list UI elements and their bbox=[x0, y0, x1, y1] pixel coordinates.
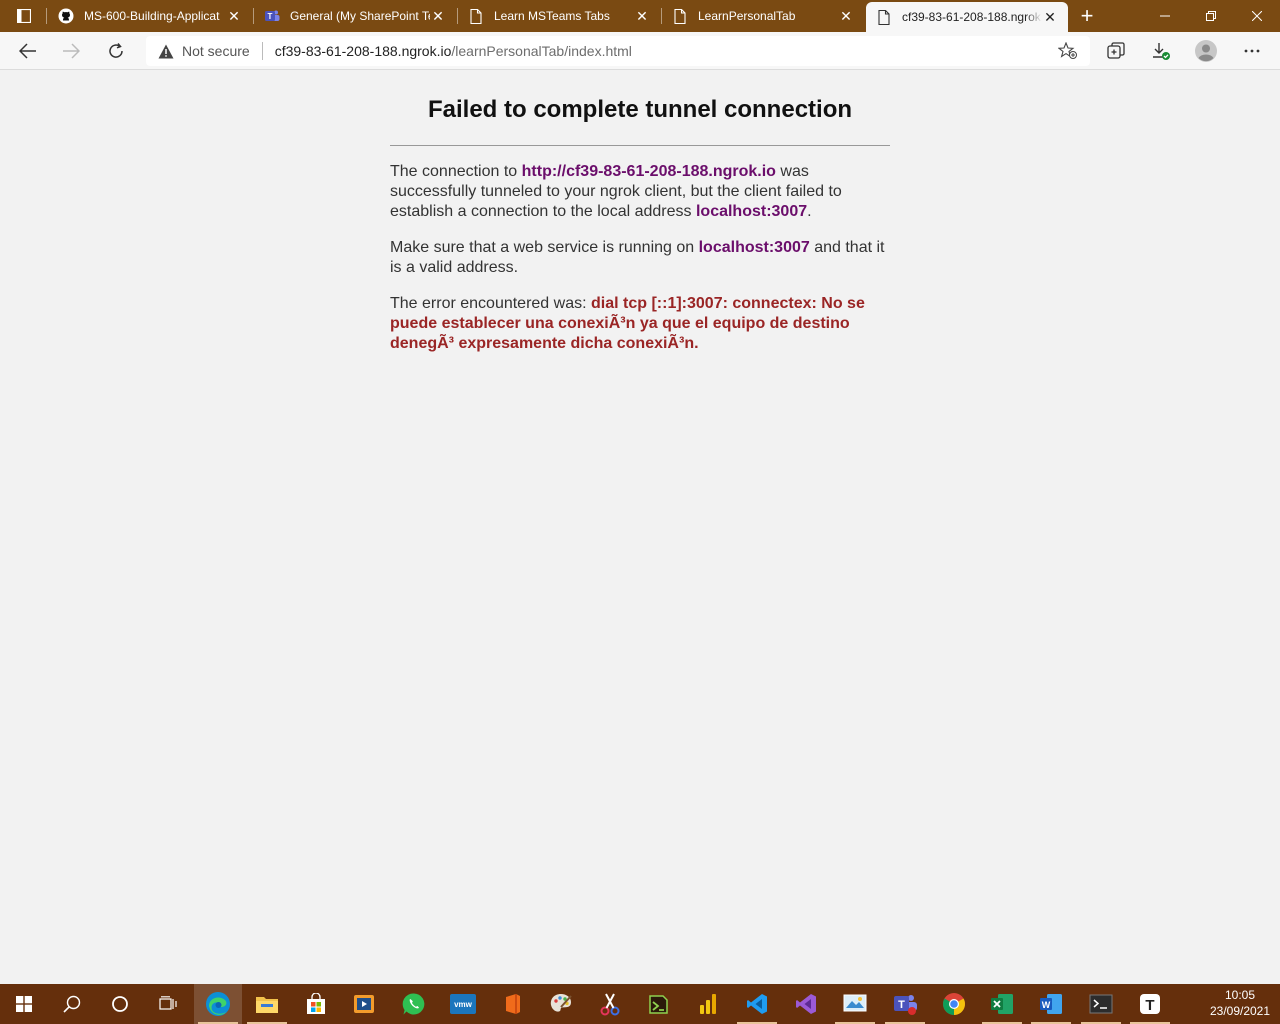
downloads-icon[interactable] bbox=[1146, 36, 1176, 66]
back-button[interactable] bbox=[13, 36, 43, 66]
settings-more-icon[interactable] bbox=[1237, 36, 1267, 66]
task-view-icon[interactable] bbox=[144, 984, 192, 1024]
text: The connection to bbox=[390, 163, 522, 180]
media-player-icon[interactable] bbox=[340, 984, 388, 1024]
error-paragraph-hint: Make sure that a web service is running … bbox=[390, 238, 890, 278]
local-address: localhost:3007 bbox=[695, 203, 808, 220]
page-content: Failed to complete tunnel connection The… bbox=[0, 71, 1280, 984]
svg-text:W: W bbox=[1042, 1000, 1051, 1010]
tab-title: cf39-83-61-208-188.ngrok.io bbox=[902, 10, 1042, 24]
tab-learn-personal-tab[interactable]: LearnPersonalTab ✕ bbox=[662, 0, 864, 32]
local-address: localhost:3007 bbox=[698, 239, 810, 256]
office-icon[interactable] bbox=[489, 984, 537, 1024]
close-icon[interactable]: ✕ bbox=[1042, 9, 1058, 25]
add-favorite-icon[interactable] bbox=[1058, 42, 1078, 60]
word-icon[interactable]: W bbox=[1027, 984, 1075, 1024]
svg-text:T: T bbox=[898, 999, 905, 1011]
page-icon bbox=[672, 8, 688, 24]
security-label[interactable]: Not secure bbox=[182, 43, 250, 59]
page-icon bbox=[468, 8, 484, 24]
excel-icon[interactable] bbox=[978, 984, 1026, 1024]
collections-icon[interactable] bbox=[1101, 36, 1131, 66]
tab-ngrok-active[interactable]: cf39-83-61-208-188.ngrok.io ✕ bbox=[866, 2, 1068, 32]
url-text[interactable]: cf39-83-61-208-188.ngrok.io/learnPersona… bbox=[275, 43, 632, 59]
tab-title: Learn MSTeams Tabs bbox=[494, 9, 610, 23]
tab-title: MS-600-Building-Applicat bbox=[84, 9, 220, 23]
text: The error encountered was: bbox=[390, 295, 591, 312]
page-icon bbox=[876, 9, 892, 25]
new-tab-button[interactable]: + bbox=[1074, 3, 1100, 28]
clock-date: 23/09/2021 bbox=[1209, 1004, 1271, 1018]
file-explorer-icon[interactable] bbox=[243, 984, 291, 1024]
search-icon[interactable] bbox=[48, 984, 96, 1024]
tab-separator bbox=[46, 8, 47, 24]
profile-avatar[interactable] bbox=[1191, 36, 1221, 66]
svg-text:T: T bbox=[268, 12, 273, 21]
tab-strip: MS-600-Building-Applicat ✕ T General (My… bbox=[0, 0, 1280, 32]
vscode-icon[interactable] bbox=[733, 984, 781, 1024]
system-clock[interactable]: 10:05 23/09/2021 bbox=[1208, 987, 1272, 1019]
notepadpp-icon[interactable] bbox=[634, 984, 682, 1024]
forward-button[interactable] bbox=[56, 36, 86, 66]
error-paragraph-connection: The connection to http://cf39-83-61-208-… bbox=[390, 162, 890, 222]
tab-github[interactable]: MS-600-Building-Applicat ✕ bbox=[48, 0, 252, 32]
tab-title: General (My SharePoint Te bbox=[290, 9, 430, 23]
close-icon[interactable]: ✕ bbox=[226, 8, 242, 24]
paint-icon[interactable] bbox=[537, 984, 585, 1024]
tunnel-url: http://cf39-83-61-208-188.ngrok.io bbox=[521, 163, 776, 180]
svg-text:vmw: vmw bbox=[454, 1000, 473, 1009]
close-icon[interactable]: ✕ bbox=[430, 8, 446, 24]
teams-icon[interactable]: T bbox=[881, 984, 929, 1024]
tab-actions-icon[interactable] bbox=[10, 6, 38, 26]
text: . bbox=[807, 203, 812, 220]
browser-toolbar: Not secure cf39-83-61-208-188.ngrok.io/l… bbox=[0, 32, 1280, 70]
restore-button[interactable] bbox=[1188, 0, 1234, 32]
tab-learn-msteams-tabs[interactable]: Learn MSTeams Tabs ✕ bbox=[458, 0, 660, 32]
terminal-icon[interactable] bbox=[1077, 984, 1125, 1024]
close-icon[interactable]: ✕ bbox=[634, 8, 650, 24]
text: Make sure that a web service is running … bbox=[390, 239, 699, 256]
address-bar[interactable]: Not secure cf39-83-61-208-188.ngrok.io/l… bbox=[146, 36, 1090, 66]
error-paragraph-details: The error encountered was: dial tcp [::1… bbox=[390, 294, 890, 354]
cortana-icon[interactable] bbox=[96, 984, 144, 1024]
chrome-icon[interactable] bbox=[930, 984, 978, 1024]
clock-time: 10:05 bbox=[1224, 988, 1256, 1002]
address-separator bbox=[261, 42, 263, 60]
powerbi-icon[interactable] bbox=[684, 984, 732, 1024]
whatsapp-icon[interactable] bbox=[390, 984, 438, 1024]
snip-icon[interactable] bbox=[586, 984, 634, 1024]
github-icon bbox=[58, 8, 74, 24]
edge-icon[interactable] bbox=[194, 984, 242, 1024]
close-window-button[interactable] bbox=[1234, 0, 1280, 32]
typora-icon[interactable]: T bbox=[1126, 984, 1174, 1024]
tab-teams[interactable]: T General (My SharePoint Te ✕ bbox=[254, 0, 456, 32]
refresh-button[interactable] bbox=[101, 36, 131, 66]
tab-title: LearnPersonalTab bbox=[698, 9, 796, 23]
url-host: cf39-83-61-208-188.ngrok.io bbox=[274, 43, 452, 59]
vmware-icon[interactable]: vmw bbox=[439, 984, 487, 1024]
svg-text:T: T bbox=[1145, 997, 1154, 1014]
error-container: Failed to complete tunnel connection The… bbox=[390, 95, 890, 354]
app-icon[interactable] bbox=[831, 984, 879, 1024]
taskbar: vmw T W T 10:05 23/09/2021 bbox=[0, 984, 1280, 1024]
store-icon[interactable] bbox=[292, 984, 340, 1024]
url-path: /learnPersonalTab/index.html bbox=[451, 43, 632, 59]
divider bbox=[390, 145, 890, 146]
visual-studio-icon[interactable] bbox=[782, 984, 830, 1024]
warning-icon[interactable] bbox=[158, 43, 174, 59]
page-title: Failed to complete tunnel connection bbox=[427, 96, 853, 123]
minimize-button[interactable] bbox=[1142, 0, 1188, 32]
teams-icon: T bbox=[264, 8, 280, 24]
start-icon[interactable] bbox=[0, 984, 48, 1024]
close-icon[interactable]: ✕ bbox=[838, 8, 854, 24]
